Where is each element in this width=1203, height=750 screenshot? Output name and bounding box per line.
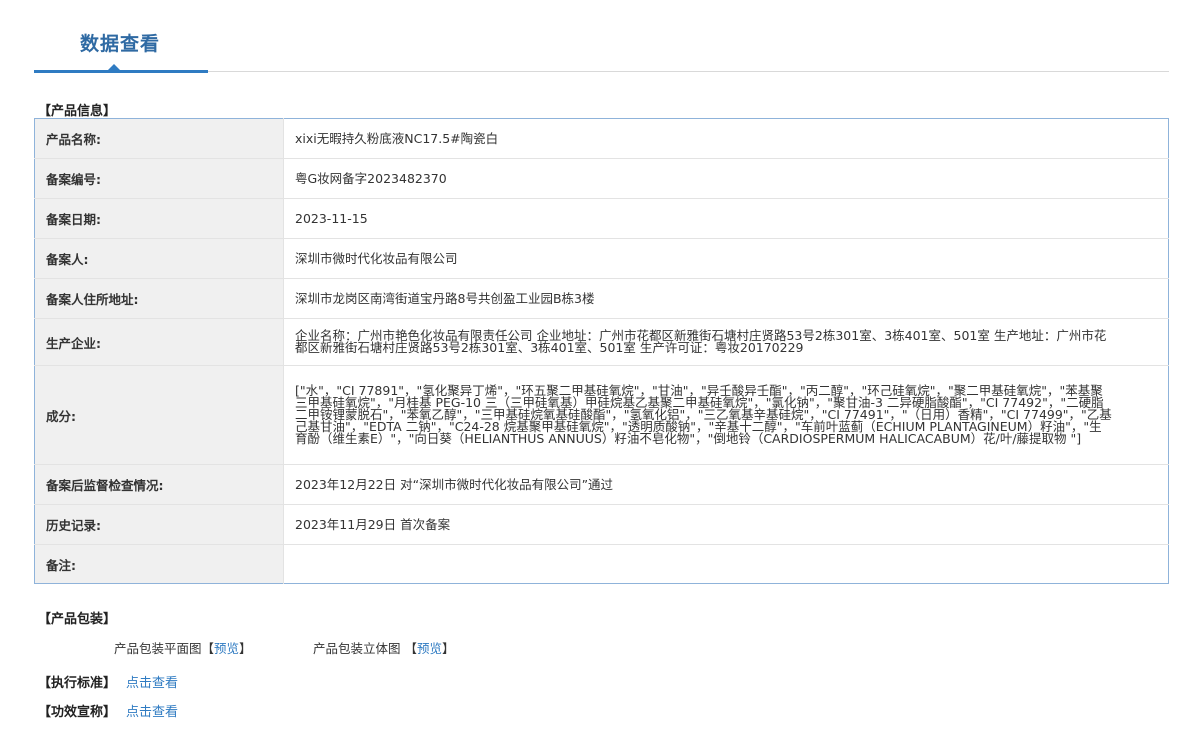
efficacy-heading: 【功效宣称】 xyxy=(38,705,117,720)
efficacy-row: 【功效宣称】 点击查看 xyxy=(38,701,178,720)
info-row-value: 2023-11-15 xyxy=(283,198,1169,239)
info-row-value xyxy=(284,545,1169,584)
info-row-value: ["水"，"CI 77891"，"氢化聚异丁烯"，"环五聚二甲基硅氧烷"，"甘油… xyxy=(283,365,1169,465)
product-info-heading: 【产品信息】 xyxy=(38,104,117,119)
info-row: 成分: ["水"，"CI 77891"，"氢化聚异丁烯"，"环五聚二甲基硅氧烷"，… xyxy=(34,365,1169,465)
info-row: 产品名称: xixi无暇持久粉底液NC17.5#陶瓷白 xyxy=(34,118,1169,159)
standard-view-link[interactable]: 点击查看 xyxy=(126,676,178,691)
info-row: 备案日期: 2023-11-15 xyxy=(34,198,1169,239)
info-row-key: 产品名称: xyxy=(34,118,284,159)
info-row-key: 备案人住所地址: xyxy=(34,278,284,319)
info-row: 备案编号: 粤G妆网备字2023482370 xyxy=(34,158,1169,199)
info-row-value: 企业名称：广州市艳色化妆品有限责任公司 企业地址：广州市花都区新雅街石塘村庄贤路… xyxy=(283,318,1169,366)
info-row: 备案人: 深圳市微时代化妆品有限公司 xyxy=(34,238,1169,279)
info-row-key: 备案日期: xyxy=(34,198,284,239)
info-row-key: 成分: xyxy=(34,365,284,465)
efficacy-view-link[interactable]: 点击查看 xyxy=(126,705,178,720)
info-row: 历史记录: 2023年11月29日 首次备案 xyxy=(34,504,1169,545)
packaging-flat-row: 产品包装平面图【预览】 xyxy=(114,641,252,656)
page-title: 数据查看 xyxy=(80,33,161,55)
packaging-solid-row: 产品包装立体图 【预览】 xyxy=(313,641,455,656)
info-row: 备注: xyxy=(34,544,1169,584)
info-row-key: 备案后监督检查情况: xyxy=(34,464,284,505)
packaging-solid-label: 产品包装立体图 xyxy=(313,641,401,656)
info-row-value: 2023年11月29日 首次备案 xyxy=(283,504,1169,545)
info-row-value: xixi无暇持久粉底液NC17.5#陶瓷白 xyxy=(283,118,1169,159)
info-row-key: 生产企业: xyxy=(34,318,284,366)
info-row-key: 备案编号: xyxy=(34,158,284,199)
info-row: 备案后监督检查情况: 2023年12月22日 对“深圳市微时代化妆品有限公司”通过 xyxy=(34,464,1169,505)
info-row-value: 深圳市微时代化妆品有限公司 xyxy=(283,238,1169,279)
info-row-value: 2023年12月22日 对“深圳市微时代化妆品有限公司”通过 xyxy=(283,464,1169,505)
packaging-flat-label: 产品包装平面图 xyxy=(114,641,202,656)
packaging-heading: 【产品包装】 xyxy=(38,612,117,627)
standard-heading: 【执行标准】 xyxy=(38,676,117,691)
info-row-key: 备注: xyxy=(34,544,284,584)
info-row: 备案人住所地址: 深圳市龙岗区南湾街道宝丹路8号共创盈工业园B栋3楼 xyxy=(34,278,1169,319)
info-row: 生产企业: 企业名称：广州市艳色化妆品有限责任公司 企业地址：广州市花都区新雅街石… xyxy=(34,318,1169,366)
packaging-solid-preview-link[interactable]: 预览 xyxy=(417,641,442,656)
info-row-key: 备案人: xyxy=(34,238,284,279)
info-row-key: 历史记录: xyxy=(34,504,284,545)
packaging-flat-preview-link[interactable]: 预览 xyxy=(214,641,239,656)
standard-row: 【执行标准】 点击查看 xyxy=(38,672,178,691)
product-info-table: 产品名称: xixi无暇持久粉底液NC17.5#陶瓷白 备案编号: 粤G妆网备字202… xyxy=(34,118,1169,584)
info-row-value: 粤G妆网备字2023482370 xyxy=(283,158,1169,199)
active-tab-indicator xyxy=(34,70,208,73)
info-row-value: 深圳市龙岗区南湾街道宝丹路8号共创盈工业园B栋3楼 xyxy=(283,278,1169,319)
tab-pointer-icon xyxy=(108,64,120,70)
